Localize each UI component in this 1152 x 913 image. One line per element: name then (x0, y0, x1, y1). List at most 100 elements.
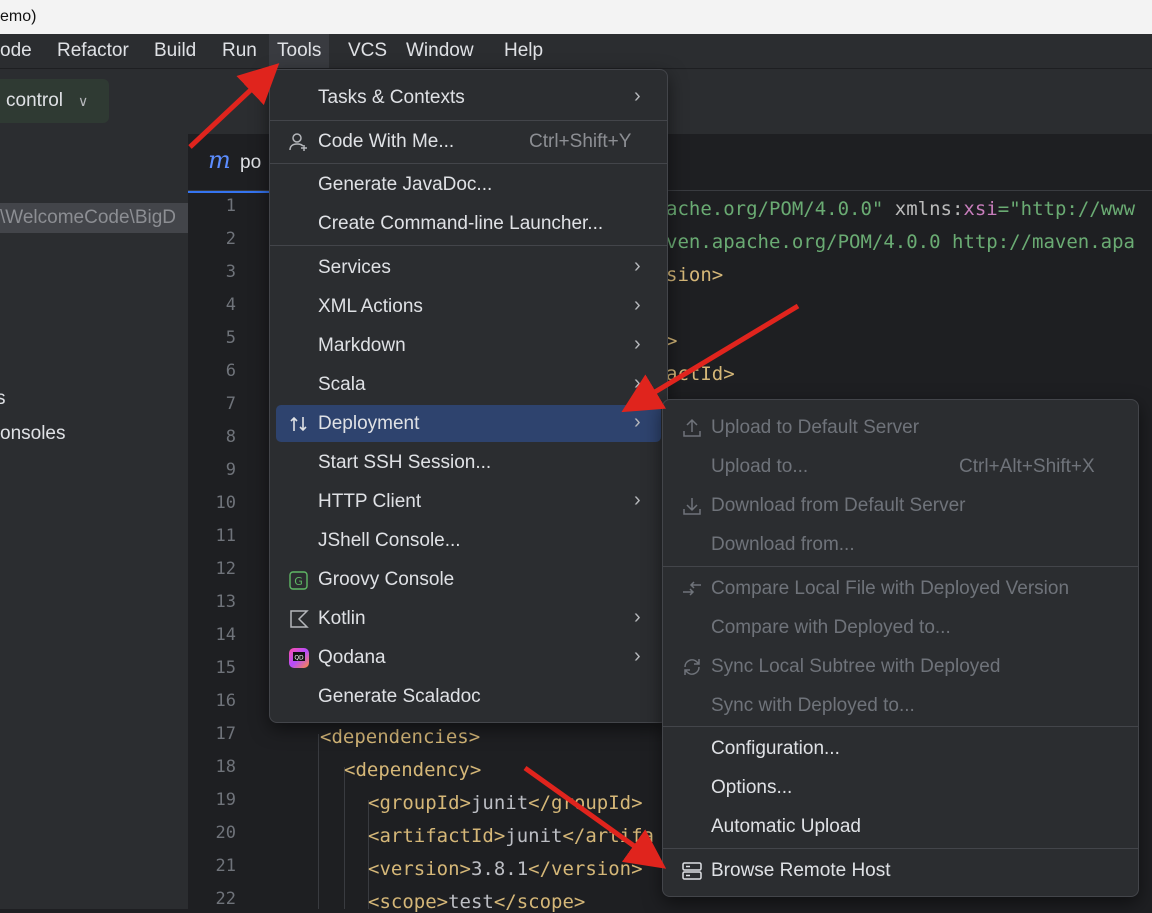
menu-item-markdown[interactable]: Markdown › (276, 327, 661, 364)
code-line-21: <version>3.8.1</version> (368, 858, 643, 880)
line-number: 19 (215, 790, 236, 810)
menu-item-services[interactable]: Services › (276, 249, 661, 286)
line-number: 11 (215, 526, 236, 546)
menu-item-xml-actions[interactable]: XML Actions › (276, 288, 661, 325)
menu-item-label: Upload to Default Server (711, 417, 920, 438)
menu-item-download-from[interactable]: Download from... (669, 526, 1132, 563)
menu-item-label: Download from Default Server (711, 495, 966, 516)
menu-item-jshell-console[interactable]: JShell Console... (276, 522, 661, 559)
line-number: 15 (215, 658, 236, 678)
code-line-22: <scope>test</scope> (368, 891, 585, 913)
menu-item-compare-local-file[interactable]: Compare Local File with Deployed Version (669, 570, 1132, 607)
menu-item-shortcut: Ctrl+Alt+Shift+X (959, 456, 1095, 477)
menu-vcs[interactable]: VCS (340, 34, 395, 68)
menu-separator (663, 566, 1138, 567)
line-number: 3 (225, 262, 236, 282)
menu-build[interactable]: Build (146, 34, 204, 68)
menu-separator (270, 120, 667, 121)
menu-item-sync-with-deployed[interactable]: Sync with Deployed to... (669, 687, 1132, 724)
menu-item-upload-to[interactable]: Upload to... Ctrl+Alt+Shift+X (669, 448, 1132, 485)
menu-item-generate-scaladoc[interactable]: Generate Scaladoc (276, 678, 661, 715)
groovy-icon: G (289, 571, 308, 590)
menu-refactor[interactable]: Refactor (49, 34, 137, 68)
menu-item-deployment[interactable]: Deployment › (276, 405, 661, 442)
code-line-1: ache.org/POM/4.0.0" xmlns:xsi="http://ww… (666, 198, 1135, 220)
line-number: 1 (225, 196, 236, 216)
menu-item-upload-default-server[interactable]: Upload to Default Server (669, 409, 1132, 446)
menu-item-compare-with-deployed[interactable]: Compare with Deployed to... (669, 609, 1132, 646)
code-line-6: actId> (666, 363, 735, 385)
menu-run[interactable]: Run (214, 34, 265, 68)
menu-tools[interactable]: Tools (269, 34, 330, 68)
menu-window[interactable]: Window (398, 34, 482, 68)
code-token: 3.8.1 (470, 858, 529, 880)
line-number: 14 (215, 625, 236, 645)
code-line-18: <dependency> (344, 759, 482, 781)
line-number: 10 (215, 493, 236, 513)
code-token: <scope> (368, 891, 449, 913)
menu-item-options[interactable]: Options... (669, 769, 1132, 806)
menu-item-label: Generate Scaladoc (318, 686, 481, 707)
server-icon (682, 862, 702, 880)
svg-text:G: G (294, 575, 303, 588)
menu-item-http-client[interactable]: HTTP Client › (276, 483, 661, 520)
menu-help[interactable]: Help (496, 34, 551, 68)
chevron-right-icon: › (634, 606, 641, 628)
chevron-right-icon: › (634, 85, 641, 107)
menu-item-label: Tasks & Contexts (318, 87, 465, 108)
user-plus-icon (289, 133, 307, 151)
chevron-right-icon: › (634, 255, 641, 277)
menu-item-download-default-server[interactable]: Download from Default Server (669, 487, 1132, 524)
menu-item-label: Sync Local Subtree with Deployed (711, 656, 1001, 677)
menu-item-groovy-console[interactable]: G Groovy Console (276, 561, 661, 598)
line-number: 18 (215, 757, 236, 777)
menu-item-label: Automatic Upload (711, 816, 861, 837)
line-number: 22 (215, 889, 236, 909)
code-line-19: <groupId>junit</groupId> (368, 792, 643, 814)
code-token: <artifactId> (368, 825, 506, 847)
code-token: ="http://www (997, 198, 1136, 220)
sync-icon (684, 659, 700, 675)
main-menubar: ode Refactor Build Run Tools VCS Window … (0, 34, 1152, 68)
menu-item-scala[interactable]: Scala › (276, 366, 661, 403)
version-control-widget[interactable]: control ∨ (0, 79, 109, 123)
menu-item-automatic-upload[interactable]: Automatic Upload (669, 808, 1132, 845)
menu-item-start-ssh-session[interactable]: Start SSH Session... (276, 444, 661, 481)
menu-item-tasks-contexts[interactable]: Tasks & Contexts › (276, 79, 661, 116)
menu-item-generate-javadoc[interactable]: Generate JavaDoc... (276, 166, 661, 203)
menu-item-label: Options... (711, 777, 793, 798)
code-token: </version> (528, 858, 643, 880)
sidebar-item-consoles[interactable]: onsoles (0, 423, 66, 445)
menu-item-sync-local-subtree[interactable]: Sync Local Subtree with Deployed (669, 648, 1132, 685)
menu-item-label: Upload to... (711, 456, 809, 477)
sidebar-item-s[interactable]: s (0, 388, 6, 410)
menu-item-shortcut: Ctrl+Shift+Y (529, 131, 632, 152)
line-number: 8 (225, 427, 236, 447)
code-token: </artifa (562, 825, 654, 847)
line-number: 4 (225, 295, 236, 315)
qodana-icon: QD (289, 648, 309, 668)
menu-item-label: Sync with Deployed to... (711, 695, 915, 716)
editor-tab-label: po (240, 152, 262, 173)
menu-item-command-line-launcher[interactable]: Create Command-line Launcher... (276, 205, 661, 242)
editor-tab-pom[interactable]: m po (188, 134, 278, 193)
code-token: junit (470, 792, 529, 814)
menu-code[interactable]: ode (0, 34, 40, 68)
menu-item-label: XML Actions (318, 296, 423, 317)
menu-item-qodana[interactable]: QD Qodana › (276, 639, 661, 676)
menu-item-kotlin[interactable]: Kotlin › (276, 600, 661, 637)
menu-item-label: Create Command-line Launcher... (318, 213, 604, 234)
line-number: 7 (225, 394, 236, 414)
menu-item-label: Qodana (318, 647, 386, 668)
menu-item-configuration[interactable]: Configuration... (669, 730, 1132, 767)
line-number: 6 (225, 361, 236, 381)
line-number: 9 (225, 460, 236, 480)
menu-item-browse-remote-host[interactable]: Browse Remote Host (669, 852, 1132, 889)
menu-item-label: HTTP Client (318, 491, 422, 512)
project-path-row[interactable]: \WelcomeCode\BigD (0, 203, 188, 233)
menu-item-code-with-me[interactable]: Code With Me... Ctrl+Shift+Y (276, 123, 661, 160)
menu-item-label: Configuration... (711, 738, 840, 759)
code-token: ache.org/POM/4.0.0" (666, 198, 884, 220)
menu-item-label: Markdown (318, 335, 406, 356)
swap-arrows-icon (290, 416, 307, 432)
